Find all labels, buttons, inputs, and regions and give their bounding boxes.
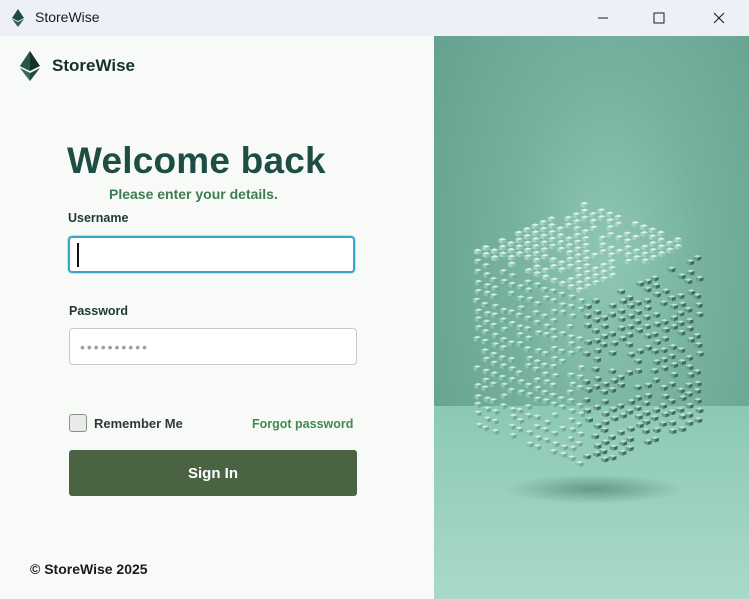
ethereum-diamond-icon [20,51,40,81]
minimize-icon [598,17,608,19]
maximize-icon [653,12,665,24]
text-caret [77,243,79,267]
minimize-button[interactable] [580,0,626,36]
brand: StoreWise [20,51,135,81]
login-panel: StoreWise Welcome back Please enter your… [0,36,434,599]
close-button[interactable] [696,0,742,36]
remember-me[interactable]: Remember Me [69,414,183,432]
page-subtitle: Please enter your details. [109,186,278,202]
username-input[interactable] [68,236,355,273]
brand-name: StoreWise [52,56,135,75]
close-icon [713,12,725,24]
hero-panel [434,36,749,599]
maximize-button[interactable] [636,0,682,36]
password-label: Password [69,304,129,318]
copyright-text: © StoreWise 2025 [30,561,148,577]
remember-me-checkbox[interactable] [69,414,87,432]
page-title: Welcome back [67,140,326,181]
remember-me-label: Remember Me [94,415,183,431]
sign-in-button[interactable]: Sign In [69,450,357,496]
window-title: StoreWise [35,9,100,25]
password-mask: •••••••••• [80,338,150,355]
ethereum-diamond-icon [12,9,24,27]
password-input[interactable]: •••••••••• [69,328,357,365]
window-titlebar: StoreWise [0,0,749,36]
voxel-cube-illustration [472,201,704,467]
forgot-password-link[interactable]: Forgot password [252,417,353,431]
username-label: Username [68,211,129,225]
